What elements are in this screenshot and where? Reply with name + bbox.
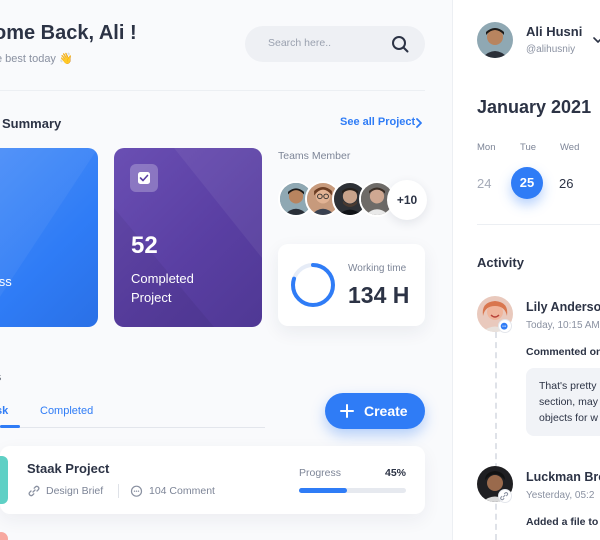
calendar-weekday: Wed [560,142,580,153]
greeting-title: ome Back, Ali ! [0,22,137,44]
activity-time: Today, 10:15 AM [526,320,600,331]
activity-user-name[interactable]: Luckman Bro [526,470,600,484]
calendar-day-selected[interactable]: 25 [511,167,543,199]
activity-time: Yesterday, 05:2 [526,490,595,501]
activity-action: Commented on [526,346,600,358]
next-project-tag [0,532,8,540]
search-icon[interactable] [391,35,409,53]
user-name: Ali Husni [526,24,583,39]
project-row[interactable]: Staak Project Design Brief 104 Comment P… [0,446,425,514]
meta-divider [118,484,119,498]
search-input[interactable]: Search here.. [268,37,331,49]
active-tab-indicator [0,425,20,428]
calendar-weekday: Mon [477,142,496,153]
comment-badge-icon [498,319,512,333]
calendar-day[interactable]: 26 [559,176,573,191]
project-document[interactable]: Design Brief [46,485,103,497]
card-pattern [0,148,98,297]
in-progress-label: gress ct [0,274,12,289]
link-badge-icon [498,489,512,503]
working-time-card: Working time 134 H [278,244,425,326]
activity-action: Added a file to [526,516,599,528]
activity-user-name[interactable]: Lily Anderso [526,300,600,314]
progress-bar [299,488,406,493]
comment-text: That's pretty section, may objects for w [539,380,598,424]
calendar-weekday: Tue [520,142,537,153]
checkbox-icon [130,164,158,192]
in-progress-card[interactable]: gress ct [0,148,98,327]
calendar-divider [477,224,600,225]
progress-percent: 45% [384,467,406,479]
project-name[interactable]: Staak Project [27,461,109,476]
summary-title: Summary [2,116,62,131]
search-bar[interactable]: Search here.. [245,26,425,62]
working-time-label: Working time [348,263,407,274]
tab-completed[interactable]: Completed [40,405,93,417]
user-handle: @alihusniy [526,44,576,55]
project-comments[interactable]: 104 Comment [149,485,215,497]
completed-label: Completed Project [131,271,194,305]
teams-member-label: Teams Member [278,150,351,162]
main-content: ome Back, Ali ! e best today 👋 Search he… [0,0,452,540]
header-divider [0,90,425,91]
working-time-value: 134 H [348,282,410,308]
user-avatar[interactable] [477,22,513,58]
tab-task[interactable]: sk [0,405,8,417]
activity-title: Activity [477,255,524,270]
create-button-label: Create [364,403,408,419]
right-panel: Ali Husni @alihusniy January 2021 Mon Tu… [452,0,600,540]
project-color-tag [0,456,8,504]
chevron-right-icon[interactable] [414,117,424,129]
chevron-down-icon[interactable] [593,36,600,44]
tabs-divider [0,427,265,428]
plus-icon [340,404,354,418]
greeting-subtitle: e best today 👋 [0,53,73,65]
working-time-ring-icon [291,263,335,307]
calendar-month: January 2021 [477,97,592,117]
see-all-projects-link[interactable]: See all Project [340,116,415,128]
completed-count: 52 [131,232,158,259]
comment-icon [130,485,143,497]
progress-label: Progress [299,467,342,479]
comment-bubble: That's pretty section, may objects for w [526,368,600,436]
link-icon [28,485,40,497]
more-members-badge[interactable]: +10 [387,180,427,220]
activity-timeline [495,332,497,540]
completed-card[interactable]: 52 Completed Project [114,148,262,327]
calendar-day[interactable]: 24 [477,176,491,191]
progress-bar-fill [299,488,348,493]
tasks-title: s [0,369,1,384]
create-button[interactable]: Create [325,393,425,429]
